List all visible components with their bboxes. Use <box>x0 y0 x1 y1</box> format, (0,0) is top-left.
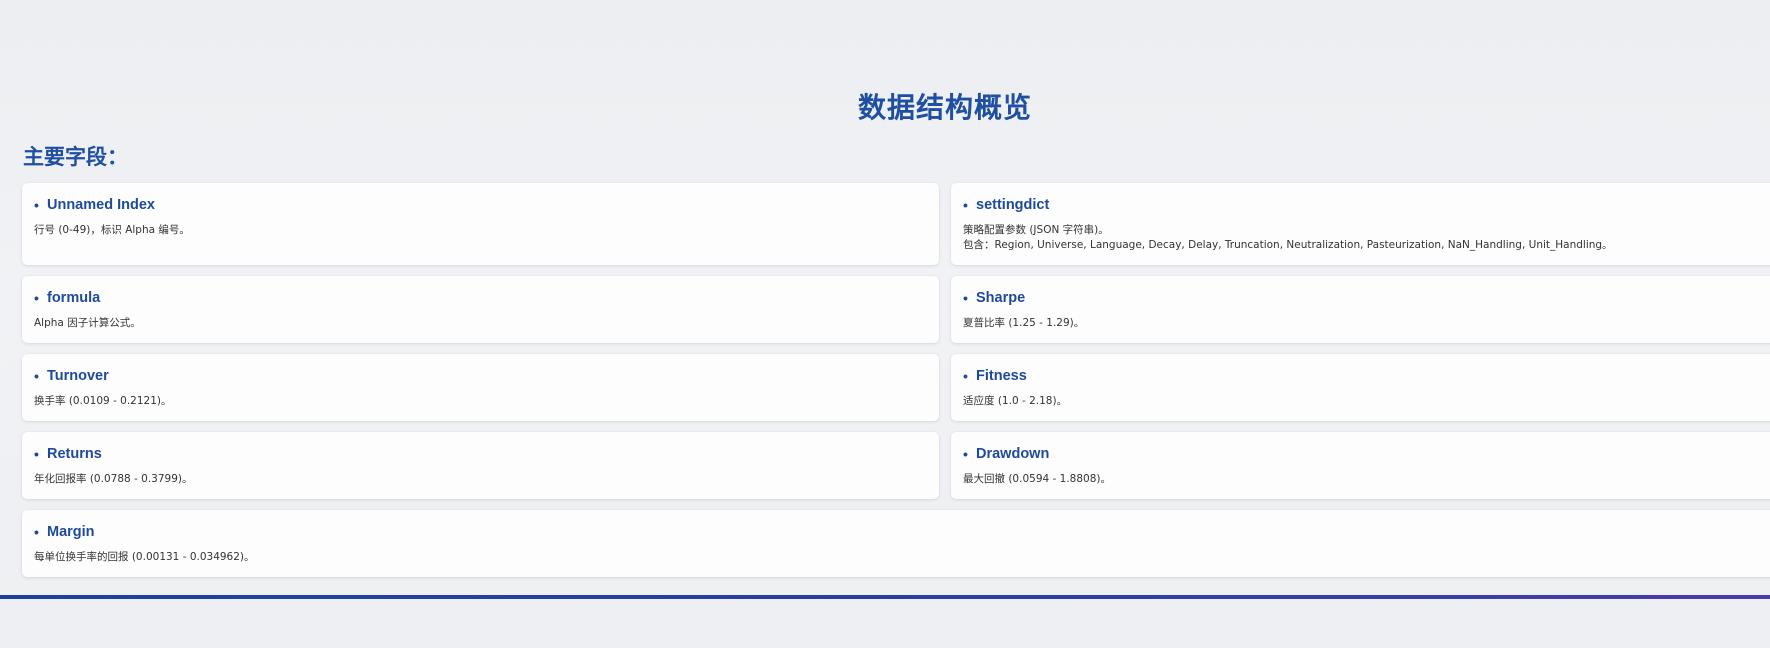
bullet-icon: • <box>963 368 968 384</box>
field-description: 年化回报率 (0.0788 - 0.3799)。 <box>34 473 193 485</box>
bullet-icon: • <box>34 446 39 462</box>
field-card-title: • Margin <box>34 524 1770 540</box>
field-card-fitness: • Fitness 适应度 (1.0 - 2.18)。 <box>951 354 1770 421</box>
bullet-icon: • <box>34 197 39 213</box>
field-name: formula <box>47 290 101 306</box>
field-card-sharpe: • Sharpe 夏普比率 (1.25 - 1.29)。 <box>951 276 1770 343</box>
field-description: 夏普比率 (1.25 - 1.29)。 <box>963 317 1085 329</box>
field-name: Turnover <box>47 368 109 384</box>
field-card-formula: • formula Alpha 因子计算公式。 <box>22 276 939 343</box>
field-card-title: • settingdict <box>963 197 1769 213</box>
bullet-icon: • <box>963 197 968 213</box>
field-name: Margin <box>47 524 95 540</box>
field-card-title: • Sharpe <box>963 290 1769 306</box>
field-card-settingdict: • settingdict 策略配置参数 (JSON 字符串)。 包含：Regi… <box>951 183 1770 265</box>
field-description: 每单位换手率的回报 (0.00131 - 0.034962)。 <box>34 551 255 563</box>
field-card-title: • Fitness <box>963 368 1769 384</box>
field-name: settingdict <box>976 197 1050 213</box>
bullet-icon: • <box>963 446 968 462</box>
bullet-icon: • <box>34 524 39 540</box>
field-description: 最大回撤 (0.0594 - 1.8808)。 <box>963 473 1111 485</box>
field-name: Unnamed Index <box>47 197 155 213</box>
field-card-title: • Unnamed Index <box>34 197 927 213</box>
field-card-margin: • Margin 每单位换手率的回报 (0.00131 - 0.034962)。 <box>22 510 1770 577</box>
field-card-title: • Drawdown <box>963 446 1769 462</box>
bullet-icon: • <box>34 290 39 306</box>
field-description-detail: 包含：Region, Universe, Language, Decay, De… <box>963 239 1613 251</box>
field-card-title: • Turnover <box>34 368 927 384</box>
field-name: Returns <box>47 446 102 462</box>
field-card-drawdown: • Drawdown 最大回撤 (0.0594 - 1.8808)。 <box>951 432 1770 499</box>
field-description: 行号 (0-49)，标识 Alpha 编号。 <box>34 224 190 236</box>
bullet-icon: • <box>963 290 968 306</box>
field-card-unnamed-index: • Unnamed Index 行号 (0-49)，标识 Alpha 编号。 <box>22 183 939 265</box>
field-card-title: • formula <box>34 290 927 306</box>
bullet-icon: • <box>34 368 39 384</box>
field-card-title: • Returns <box>34 446 927 462</box>
field-name: Fitness <box>976 368 1027 384</box>
field-description: Alpha 因子计算公式。 <box>34 317 141 329</box>
page-title: 数据结构概览 <box>857 91 1032 124</box>
field-name: Drawdown <box>976 446 1050 462</box>
field-card-turnover: • Turnover 换手率 (0.0109 - 0.2121)。 <box>22 354 939 421</box>
field-description: 策略配置参数 (JSON 字符串)。 <box>963 224 1109 236</box>
section-heading: 主要字段： <box>23 145 128 169</box>
field-description: 适应度 (1.0 - 2.18)。 <box>963 395 1068 407</box>
field-name: Sharpe <box>976 290 1026 306</box>
field-description: 换手率 (0.0109 - 0.2121)。 <box>34 395 172 407</box>
field-card-returns: • Returns 年化回报率 (0.0788 - 0.3799)。 <box>22 432 939 499</box>
bottom-divider <box>0 595 1770 599</box>
